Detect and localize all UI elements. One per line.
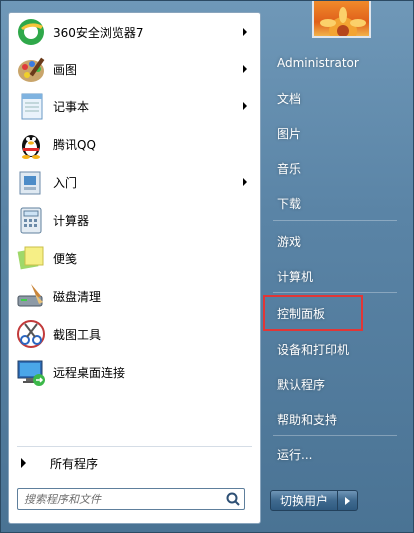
- sticky-notes-icon: [15, 242, 47, 274]
- divider: [273, 292, 397, 293]
- program-label: 截图工具: [53, 327, 102, 342]
- flower-picture-icon: [320, 7, 366, 36]
- search-input[interactable]: [22, 491, 222, 507]
- program-label: 计算器: [53, 213, 90, 228]
- menu-label: 设备和打印机: [277, 342, 350, 357]
- menu-help-support[interactable]: 帮助和支持: [271, 407, 401, 431]
- menu-label: 下载: [277, 196, 302, 211]
- getting-started-icon: [15, 166, 47, 198]
- menu-label: 运行...: [277, 447, 313, 462]
- menu-computer[interactable]: 计算机: [271, 264, 401, 288]
- program-sticky-notes[interactable]: 便笺: [15, 241, 255, 275]
- program-label: 360安全浏览器7: [53, 25, 144, 40]
- user-picture[interactable]: [312, 1, 371, 38]
- shutdown-group: 切换用户: [270, 490, 359, 511]
- menu-default-programs[interactable]: 默认程序: [271, 372, 401, 396]
- program-remote-desktop[interactable]: 远程桌面连接: [15, 355, 255, 389]
- menu-run[interactable]: 运行...: [271, 442, 401, 466]
- all-programs-label: 所有程序: [50, 456, 99, 471]
- all-programs-button[interactable]: 所有程序: [17, 452, 255, 474]
- search-box[interactable]: [17, 488, 245, 510]
- menu-pictures[interactable]: 图片: [271, 121, 401, 145]
- program-notepad[interactable]: 记事本: [15, 89, 255, 123]
- program-label: 磁盘清理: [53, 289, 102, 304]
- divider: [273, 435, 397, 436]
- chevron-right-icon: [243, 102, 247, 110]
- program-label: 便笺: [53, 251, 78, 266]
- calculator-icon: [15, 204, 47, 236]
- disk-cleanup-icon: [15, 280, 47, 312]
- program-label: 画图: [53, 62, 78, 77]
- divider: [273, 220, 397, 221]
- menu-label: 音乐: [277, 161, 302, 176]
- remote-desktop-icon: [15, 356, 47, 388]
- user-name-label: Administrator: [277, 56, 359, 70]
- menu-label: 文档: [277, 91, 302, 106]
- chevron-right-icon: [243, 65, 247, 73]
- user-name[interactable]: Administrator: [271, 51, 401, 75]
- program-qq[interactable]: 腾讯QQ: [15, 127, 255, 161]
- program-360-browser[interactable]: 360安全浏览器7: [15, 15, 255, 49]
- program-label: 入门: [53, 175, 78, 190]
- program-snipping-tool[interactable]: 截图工具: [15, 317, 255, 351]
- paint-icon: [15, 53, 47, 85]
- menu-documents[interactable]: 文档: [271, 86, 401, 110]
- menu-downloads[interactable]: 下载: [271, 191, 401, 215]
- notepad-icon: [15, 90, 47, 122]
- program-disk-cleanup[interactable]: 磁盘清理: [15, 279, 255, 313]
- menu-games[interactable]: 游戏: [271, 229, 401, 253]
- switch-user-label: 切换用户: [280, 494, 329, 508]
- menu-label: 图片: [277, 126, 302, 141]
- program-label: 记事本: [53, 99, 90, 114]
- program-getting-started[interactable]: 入门: [15, 165, 255, 199]
- menu-label: 计算机: [277, 269, 314, 284]
- menu-label: 帮助和支持: [277, 412, 338, 427]
- menu-label: 默认程序: [277, 377, 326, 392]
- chevron-right-icon: [243, 28, 247, 36]
- menu-devices-printers[interactable]: 设备和打印机: [271, 337, 401, 361]
- browser-360-icon: [15, 16, 47, 48]
- start-menu: 360安全浏览器7 画图 记事本 腾讯QQ 入门 计算器 便笺 磁盘清理 截图工…: [0, 0, 414, 533]
- program-calculator[interactable]: 计算器: [15, 203, 255, 237]
- chevron-right-icon: [243, 178, 247, 186]
- shutdown-options-arrow-icon[interactable]: [338, 490, 359, 511]
- switch-user-button[interactable]: 切换用户: [270, 490, 339, 511]
- menu-label: 游戏: [277, 234, 302, 249]
- snipping-tool-icon: [15, 318, 47, 350]
- divider: [17, 446, 252, 447]
- search-icon[interactable]: [222, 490, 244, 508]
- menu-music[interactable]: 音乐: [271, 156, 401, 180]
- highlight-box: [263, 295, 363, 331]
- triangle-right-icon: [21, 458, 26, 468]
- qq-penguin-icon: [15, 128, 47, 160]
- program-paint[interactable]: 画图: [15, 52, 255, 86]
- program-label: 远程桌面连接: [53, 365, 126, 380]
- program-label: 腾讯QQ: [53, 137, 96, 152]
